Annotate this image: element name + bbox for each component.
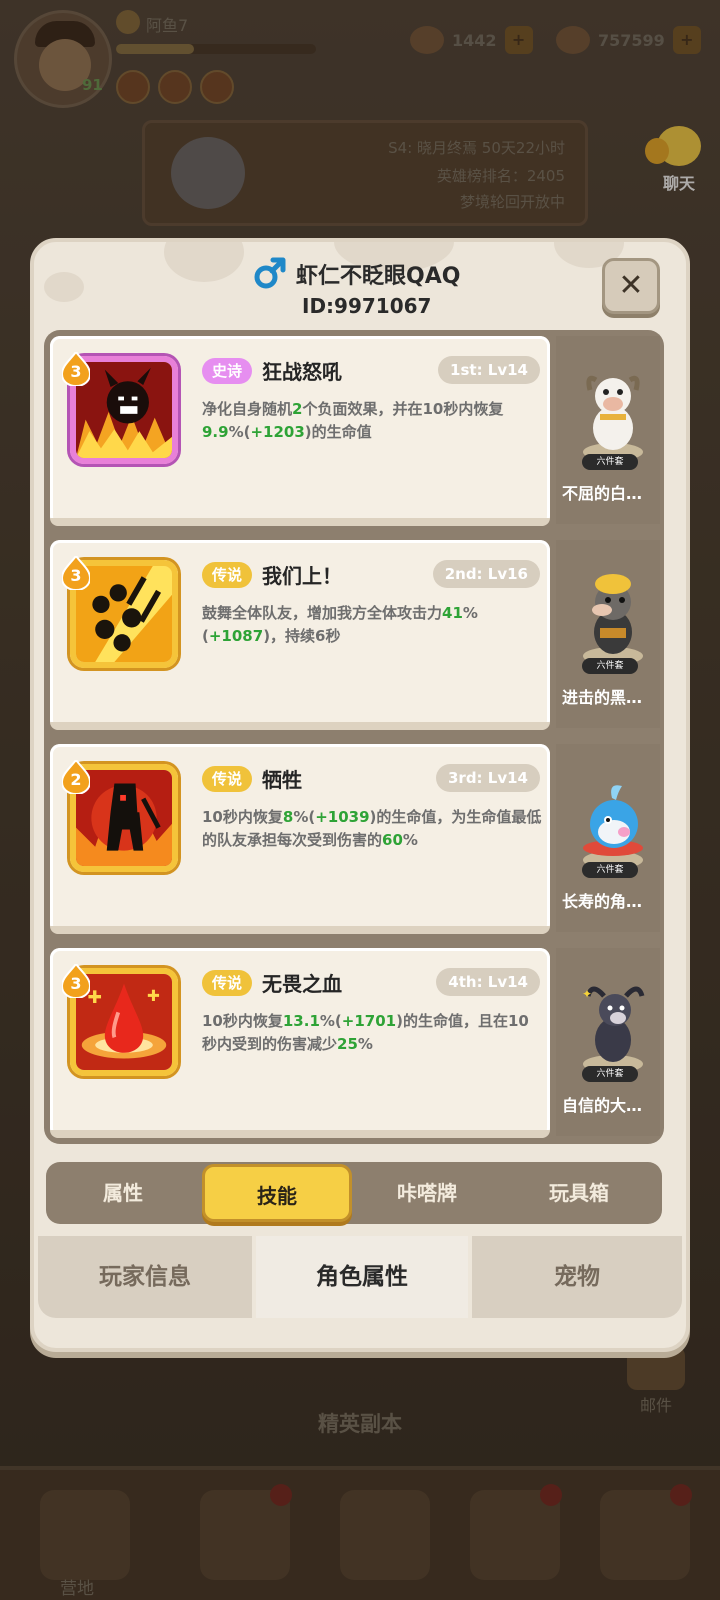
rarity-tag: 传说 [202, 766, 253, 792]
skill-row[interactable]: 3 史诗 狂战怒吼 1st: Lv14 净化自身随机2个负面效果，并在10秒内恢… [44, 330, 664, 526]
linked-pet-panel[interactable]: ✦ 六件套 自信的大… [556, 948, 660, 1136]
black-cow-figure-icon [583, 574, 643, 665]
tab-toy-box[interactable]: 玩具箱 [504, 1162, 654, 1224]
linked-pet-panel[interactable]: 六件套 不屈的白… [556, 336, 660, 524]
linked-pet-panel[interactable]: 六件套 长寿的角… [556, 744, 660, 932]
rarity-tag: 史诗 [202, 358, 253, 384]
skill-level-badge: 3 [62, 964, 90, 998]
tab-pets[interactable]: 宠物 [472, 1236, 682, 1318]
skill-card[interactable]: ✚ ✚ 3 传说 无畏之血 4th: Lv14 10秒内恢复13.1%(+170… [50, 948, 550, 1138]
close-icon: ✕ [618, 268, 644, 303]
player-profile-modal: 虾仁不眨眼QAQ ID:9971067 ✕ 3 史诗 狂战怒吼 1st: Lv1… [30, 238, 690, 1352]
close-button[interactable]: ✕ [602, 258, 660, 314]
tab-character-attributes[interactable]: 角色属性 [256, 1236, 468, 1318]
skill-description: 10秒内恢复13.1%(+1701)的生命值，且在10秒内受到的伤害减少25% [202, 1010, 542, 1056]
skill-text: 净化自身随机 [202, 400, 293, 418]
skill-level-badge: 3 [62, 352, 90, 386]
skill-row[interactable]: 2 传说 牺牲 3rd: Lv14 10秒内恢复8%(+1039)的生命值，为生… [44, 738, 664, 934]
pet-set-tag: 六件套 [582, 658, 638, 674]
skill-value-highlight: +1039 [315, 808, 370, 826]
pet-set-tag: 六件套 [582, 862, 638, 878]
skill-description: 净化自身随机2个负面效果，并在10秒内恢复 9.9%(+1203)的生命值 [202, 398, 542, 444]
skill-rank-badge: 2nd: Lv16 [432, 560, 540, 588]
svg-text:✚: ✚ [147, 987, 160, 1005]
skill-name: 狂战怒吼 [262, 360, 342, 384]
profile-player-name: 虾仁不眨眼QAQ [296, 264, 461, 289]
skill-value-highlight: 41 [442, 604, 463, 622]
skill-text: %( [293, 808, 316, 826]
skill-list[interactable]: 3 史诗 狂战怒吼 1st: Lv14 净化自身随机2个负面效果，并在10秒内恢… [44, 330, 664, 1144]
pet-name: 进击的黑… [562, 688, 643, 707]
skill-name: 无畏之血 [262, 972, 342, 996]
skill-text: )，持续6秒 [263, 627, 341, 645]
tab-kada-cards[interactable]: 咔嗒牌 [352, 1162, 502, 1224]
skill-row[interactable]: 3 传说 我们上！ 2nd: Lv16 鼓舞全体队友，增加我方全体攻击力41%(… [44, 534, 664, 730]
skill-card[interactable]: 3 史诗 狂战怒吼 1st: Lv14 净化自身随机2个负面效果，并在10秒内恢… [50, 336, 550, 526]
dark-goat-figure-icon: ✦ [582, 986, 645, 1073]
male-icon [254, 257, 286, 289]
skill-text: 10秒内恢复 [202, 808, 283, 826]
skill-text: %( [228, 423, 251, 441]
skill-rank-badge: 1st: Lv14 [438, 356, 540, 384]
subtab-bar: 属性 技能 咔嗒牌 玩具箱 [46, 1162, 662, 1224]
skill-level-badge: 3 [62, 556, 90, 590]
skill-level-badge: 2 [62, 760, 90, 794]
skill-description: 10秒内恢复8%(+1039)的生命值，为生命值最低的队友承担每次受到伤害的60… [202, 806, 542, 852]
skill-value-highlight: 60 [382, 831, 403, 849]
skill-card[interactable]: 3 传说 我们上！ 2nd: Lv16 鼓舞全体队友，增加我方全体攻击力41%(… [50, 540, 550, 730]
skill-rank-badge: 3rd: Lv14 [435, 764, 540, 792]
svg-text:✦: ✦ [582, 987, 592, 1001]
skill-value-highlight: 2 [292, 400, 303, 418]
linked-pet-panel[interactable]: 六件套 进击的黑… [556, 540, 660, 728]
skill-text: % [357, 1035, 373, 1053]
skill-text: 10秒内恢复 [202, 1012, 283, 1030]
skill-card[interactable]: 2 传说 牺牲 3rd: Lv14 10秒内恢复8%(+1039)的生命值，为生… [50, 744, 550, 934]
skill-name: 我们上！ [262, 564, 342, 588]
tab-attributes[interactable]: 属性 [48, 1162, 198, 1224]
skill-rank-badge: 4th: Lv14 [436, 968, 540, 996]
skill-text: %( [319, 1012, 342, 1030]
tab-player-info[interactable]: 玩家信息 [38, 1236, 252, 1318]
skill-value-highlight: 8 [282, 808, 294, 826]
skill-name: 牺牲 [262, 768, 302, 792]
skill-value-highlight: +1203 [250, 423, 305, 441]
skill-text: % [402, 831, 418, 849]
pet-name: 长寿的角… [562, 892, 643, 911]
pet-name: 不屈的白… [562, 484, 643, 503]
skill-text: 个负面效果，并在10秒内恢复 [302, 400, 504, 418]
skill-text: 鼓舞全体队友，增加我方全体攻击力 [202, 604, 443, 622]
skill-value-highlight: 25 [337, 1035, 358, 1053]
skill-row[interactable]: ✚ ✚ 3 传说 无畏之血 4th: Lv14 10秒内恢复13.1%(+170… [44, 942, 664, 1138]
skill-text: )的生命值 [304, 423, 372, 441]
skill-value-highlight: +1087 [208, 627, 264, 645]
profile-player-id: ID:9971067 [302, 294, 432, 318]
skill-description: 鼓舞全体队友，增加我方全体攻击力41%(+1087)，持续6秒 [202, 602, 542, 648]
skill-value-highlight: +1701 [341, 1012, 397, 1030]
pet-name: 自信的大… [562, 1096, 643, 1115]
blue-whale-figure-icon [583, 785, 643, 869]
pet-set-tag: 六件套 [582, 454, 638, 470]
skill-value-highlight: 13.1 [282, 1012, 320, 1030]
rarity-tag: 传说 [202, 970, 253, 996]
white-goat-figure-icon [583, 375, 643, 461]
pet-set-tag: 六件套 [582, 1066, 638, 1082]
main-tab-bar: 玩家信息 角色属性 宠物 [38, 1236, 682, 1318]
skill-value-highlight: 9.9 [202, 423, 229, 441]
rarity-tag: 传说 [202, 562, 253, 588]
tab-skills[interactable]: 技能 [202, 1164, 352, 1222]
